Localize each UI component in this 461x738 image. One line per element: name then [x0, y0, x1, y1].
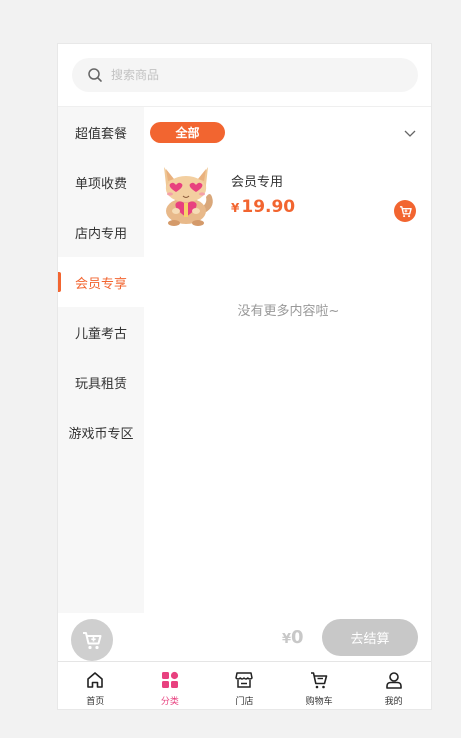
- product-price: ¥19.90: [231, 197, 295, 217]
- cart-bar: ¥0 去结算: [58, 613, 431, 661]
- category-sidebar: 超值套餐 单项收费 店内专用 会员专享 儿童考古 玩具租赁 游戏币专区: [58, 107, 144, 613]
- tab-home[interactable]: 首页: [58, 662, 133, 709]
- product-image[interactable]: [156, 157, 218, 227]
- price-value: 19.90: [241, 197, 296, 217]
- sidebar-item-single-charge[interactable]: 单项收费: [58, 157, 144, 207]
- product-list-panel: 全部 会员专用 ¥ 19.90 没有更多内容啦~: [144, 107, 431, 613]
- list-end-text: 没有更多内容啦~: [237, 304, 340, 319]
- search-input[interactable]: [111, 68, 371, 82]
- tab-profile-label: 我的: [384, 697, 403, 707]
- add-to-cart-button[interactable]: [394, 200, 416, 222]
- chevron-down-icon[interactable]: [403, 126, 417, 140]
- total-currency: ¥: [282, 632, 292, 647]
- cart-icon: [83, 632, 102, 650]
- checkout-button[interactable]: 去结算: [322, 619, 418, 656]
- store-icon: [233, 669, 255, 691]
- cart-total: ¥0: [282, 627, 304, 648]
- app-screen: 超值套餐 单项收费 店内专用 会员专享 儿童考古 玩具租赁 游戏币专区 全部: [57, 43, 432, 710]
- search-bar[interactable]: [72, 58, 418, 92]
- sidebar-item-kids-archaeology[interactable]: 儿童考古: [58, 307, 144, 357]
- cart-bubble-button[interactable]: [71, 619, 113, 661]
- cart-icon: [308, 669, 330, 691]
- search-header: [58, 44, 431, 107]
- tab-category[interactable]: 分类: [133, 662, 208, 709]
- category-icon: [159, 669, 181, 691]
- search-icon: [87, 67, 103, 83]
- tab-store-label: 门店: [235, 697, 254, 707]
- filter-all-pill[interactable]: 全部: [150, 122, 225, 143]
- total-value: 0: [291, 627, 304, 648]
- user-icon: [383, 669, 405, 691]
- tab-category-label: 分类: [160, 697, 179, 707]
- sidebar-item-in-store[interactable]: 店内专用: [58, 207, 144, 257]
- price-currency: ¥: [231, 201, 240, 215]
- tab-cart-label: 购物车: [305, 697, 333, 707]
- cart-icon: [399, 205, 412, 217]
- tab-profile[interactable]: 我的: [356, 662, 431, 709]
- sidebar-item-members[interactable]: 会员专享: [58, 257, 144, 307]
- tab-cart[interactable]: 购物车: [282, 662, 357, 709]
- sidebar-item-toy-rental[interactable]: 玩具租赁: [58, 357, 144, 407]
- product-name: 会员专用: [231, 175, 284, 190]
- tab-home-label: 首页: [86, 697, 105, 707]
- bottom-tab-bar: 首页 分类 门店 购物车 我的: [58, 661, 431, 709]
- sidebar-item-game-coins[interactable]: 游戏币专区: [58, 407, 144, 457]
- tab-store[interactable]: 门店: [207, 662, 282, 709]
- product-card[interactable]: 会员专用 ¥19.90: [156, 157, 426, 237]
- sidebar-item-value-packages[interactable]: 超值套餐: [58, 107, 144, 157]
- home-icon: [84, 669, 106, 691]
